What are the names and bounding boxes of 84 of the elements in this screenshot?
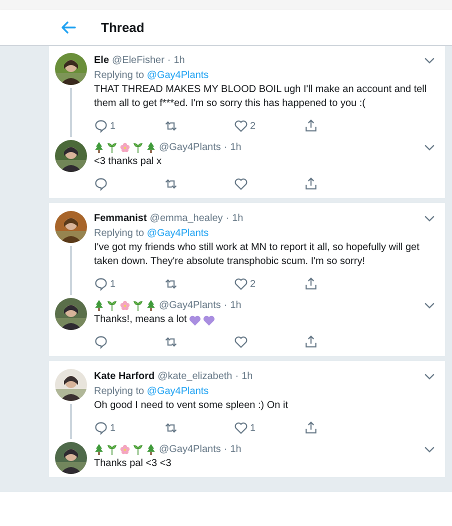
page-title: Thread	[101, 20, 144, 35]
like-icon[interactable]	[234, 119, 248, 133]
retweet-icon[interactable]	[164, 277, 178, 291]
tree-icon	[94, 300, 104, 311]
display-name[interactable]: Ele	[94, 55, 110, 66]
share-icon[interactable]	[304, 277, 318, 291]
chevron-down-icon[interactable]	[424, 373, 435, 380]
separator-dot: ·	[235, 371, 239, 382]
like-count: 1	[250, 422, 256, 434]
sprout-icon	[107, 444, 117, 455]
retweet-icon[interactable]	[164, 119, 178, 133]
like-icon[interactable]	[234, 177, 248, 191]
back-arrow-icon[interactable]	[61, 21, 76, 34]
flower-icon	[120, 444, 130, 455]
timestamp[interactable]: 1h	[230, 300, 242, 311]
separator-dot: ·	[224, 300, 228, 311]
reply-icon[interactable]	[94, 421, 108, 435]
sprout-icon	[133, 142, 143, 153]
reply-count: 1	[110, 422, 116, 434]
separator-dot: ·	[167, 55, 171, 66]
user-handle[interactable]: @EleFisher	[112, 55, 164, 66]
retweet-icon[interactable]	[164, 335, 178, 349]
timestamp[interactable]: 1h	[232, 213, 244, 224]
user-handle[interactable]: @Gay4Plants	[159, 142, 221, 153]
share-icon[interactable]	[304, 177, 318, 191]
retweet-icon[interactable]	[164, 177, 178, 191]
reply-icon[interactable]	[94, 177, 108, 191]
chevron-down-icon[interactable]	[424, 57, 435, 64]
mention-link[interactable]: @Gay4Plants	[146, 228, 209, 239]
separator-dot: ·	[226, 213, 230, 224]
tree-icon	[94, 444, 104, 455]
tree-icon	[146, 300, 156, 311]
reply-count: 1	[110, 120, 116, 132]
mention-link[interactable]: @Gay4Plants	[146, 386, 209, 397]
reply-count: 1	[110, 278, 116, 290]
replying-to-text: Replying to @Gay4Plants	[94, 385, 210, 399]
sprout-icon	[107, 300, 117, 311]
reply-icon[interactable]	[94, 335, 108, 349]
tree-icon	[146, 444, 156, 455]
user-handle[interactable]: @Gay4Plants	[159, 444, 221, 455]
mention-link[interactable]: @Gay4Plants	[146, 70, 209, 81]
flower-icon	[120, 142, 130, 153]
chevron-down-icon[interactable]	[424, 144, 435, 151]
chevron-down-icon[interactable]	[424, 215, 435, 222]
flower-icon	[120, 300, 130, 311]
heart-icon	[188, 314, 201, 326]
separator-dot: ·	[224, 444, 228, 455]
reply-icon[interactable]	[94, 277, 108, 291]
sprout-icon	[133, 300, 143, 311]
sprout-icon	[133, 444, 143, 455]
chevron-down-icon[interactable]	[424, 302, 435, 309]
timestamp[interactable]: 1h	[242, 371, 253, 382]
share-icon[interactable]	[304, 119, 318, 133]
tweet-text: <3 thanks pal x	[94, 155, 162, 169]
tweet-text: Thanks!, means a lot	[94, 313, 187, 327]
share-icon[interactable]	[304, 421, 318, 435]
user-handle[interactable]: @Gay4Plants	[159, 300, 221, 311]
tweet-text: Thanks pal <3 <3	[94, 457, 172, 471]
sprout-icon	[107, 142, 117, 153]
tree-icon	[94, 142, 104, 153]
like-count: 2	[250, 278, 256, 290]
share-icon[interactable]	[304, 335, 318, 349]
separator-dot: ·	[224, 142, 228, 153]
like-icon[interactable]	[234, 335, 248, 349]
tweet-text: Oh good I need to vent some spleen :) On it	[94, 399, 288, 413]
timestamp[interactable]: 1h	[174, 55, 185, 66]
chevron-down-icon[interactable]	[424, 446, 435, 453]
like-icon[interactable]	[234, 277, 248, 291]
like-icon[interactable]	[234, 421, 248, 435]
timestamp[interactable]: 1h	[230, 444, 242, 455]
tweet-text: THAT THREAD MAKES MY BLOOD BOIL ugh I'll make an account and tell them all to get f***ed. I'm so sorry this has happened to you :(	[94, 83, 428, 111]
timestamp[interactable]: 1h	[230, 142, 242, 153]
user-handle[interactable]: @kate_elizabeth	[158, 371, 232, 382]
display-name[interactable]: Femmanist	[94, 213, 147, 224]
replying-to-text: Replying to @Gay4Plants	[94, 69, 210, 83]
display-name[interactable]: Kate Harford	[94, 371, 155, 382]
like-count: 2	[250, 120, 256, 132]
reply-icon[interactable]	[94, 119, 108, 133]
tree-icon	[146, 142, 156, 153]
retweet-icon[interactable]	[164, 421, 178, 435]
replying-to-text: Replying to @Gay4Plants	[94, 227, 210, 241]
tweet-text: I've got my friends who still work at MN to report it all, so hopefully will get taken down. They're absolute transphobic scum. I'm so sorry!	[94, 241, 420, 269]
user-handle[interactable]: @emma_healey	[150, 213, 223, 224]
heart-icon	[202, 314, 215, 326]
